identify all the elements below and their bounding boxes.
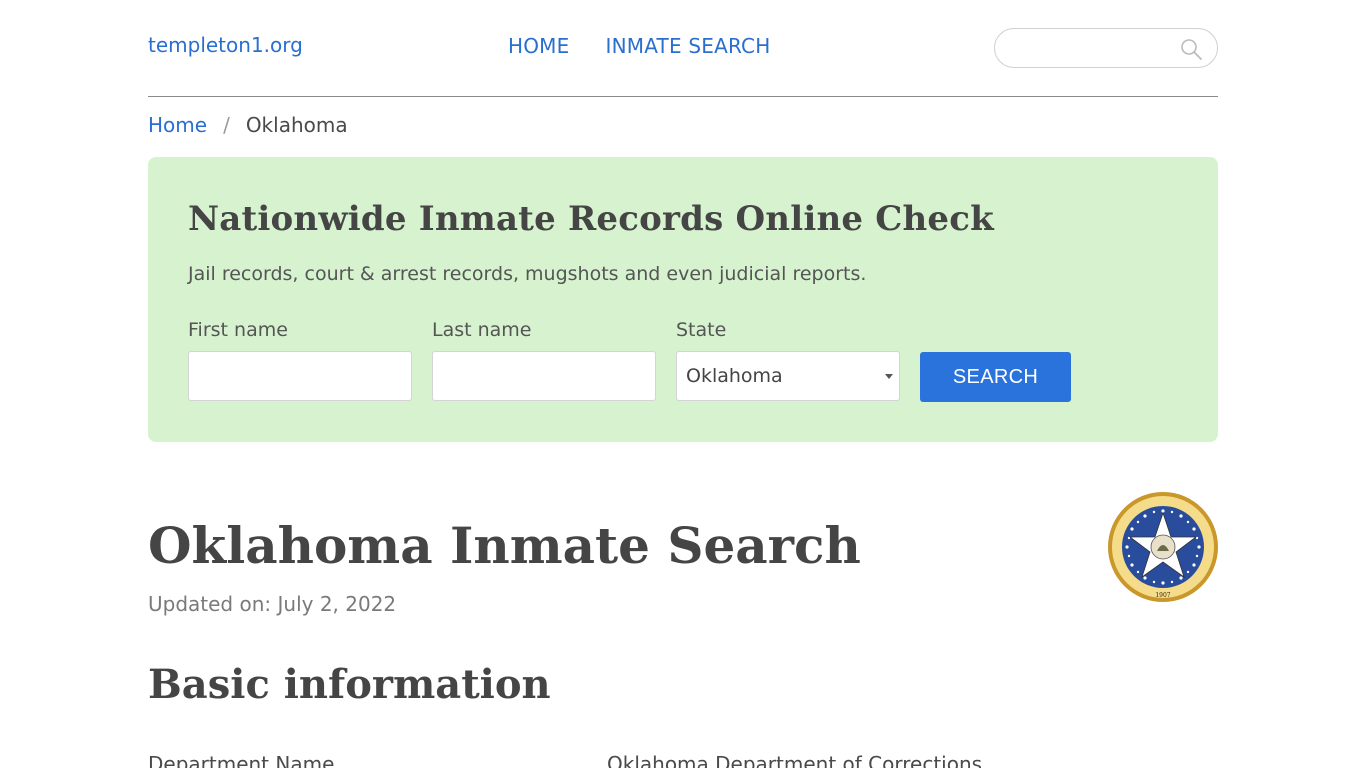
info-label-department-name: Department Name bbox=[148, 752, 335, 768]
first-name-box bbox=[188, 351, 412, 401]
site-header: templeton1.org HOME INMATE SEARCH bbox=[148, 0, 1218, 97]
search-icon[interactable] bbox=[1179, 37, 1203, 61]
state-label: State bbox=[676, 319, 727, 341]
first-name-input[interactable] bbox=[189, 352, 411, 400]
state-select-value: Oklahoma bbox=[686, 365, 783, 387]
last-name-box bbox=[432, 351, 656, 401]
first-name-label: First name bbox=[188, 319, 288, 341]
header-search bbox=[994, 28, 1218, 68]
oklahoma-seal-icon: 1907 bbox=[1108, 492, 1218, 602]
first-name-group: First name bbox=[188, 319, 412, 401]
page-title: Oklahoma Inmate Search bbox=[148, 516, 861, 575]
search-button[interactable]: SEARCH bbox=[920, 352, 1071, 402]
last-name-input[interactable] bbox=[433, 352, 655, 400]
breadcrumb-separator: / bbox=[223, 113, 230, 137]
info-value-department-name: Oklahoma Department of Corrections bbox=[607, 752, 983, 768]
breadcrumb-current: Oklahoma bbox=[245, 113, 348, 137]
panel-subtitle: Jail records, court & arrest records, mu… bbox=[188, 263, 867, 285]
last-name-group: Last name bbox=[432, 319, 656, 401]
breadcrumb: Home / Oklahoma bbox=[148, 113, 348, 137]
last-name-label: Last name bbox=[432, 319, 532, 341]
breadcrumb-home[interactable]: Home bbox=[148, 113, 207, 137]
nav-home[interactable]: HOME bbox=[508, 34, 569, 58]
site-logo-link[interactable]: templeton1.org bbox=[148, 33, 303, 57]
seal-year-text: 1907 bbox=[1155, 592, 1170, 599]
nav-inmate-search[interactable]: INMATE SEARCH bbox=[605, 34, 770, 58]
panel-title: Nationwide Inmate Records Online Check bbox=[188, 199, 994, 239]
state-group: State Oklahoma bbox=[676, 319, 900, 401]
section-title-basic-information: Basic information bbox=[148, 661, 551, 708]
updated-date: Updated on: July 2, 2022 bbox=[148, 592, 397, 616]
state-select[interactable]: Oklahoma bbox=[676, 351, 900, 401]
chevron-down-icon bbox=[885, 374, 893, 379]
main-nav: HOME INMATE SEARCH bbox=[508, 34, 770, 58]
header-search-input[interactable] bbox=[1009, 29, 1179, 67]
search-panel: Nationwide Inmate Records Online Check J… bbox=[148, 157, 1218, 442]
